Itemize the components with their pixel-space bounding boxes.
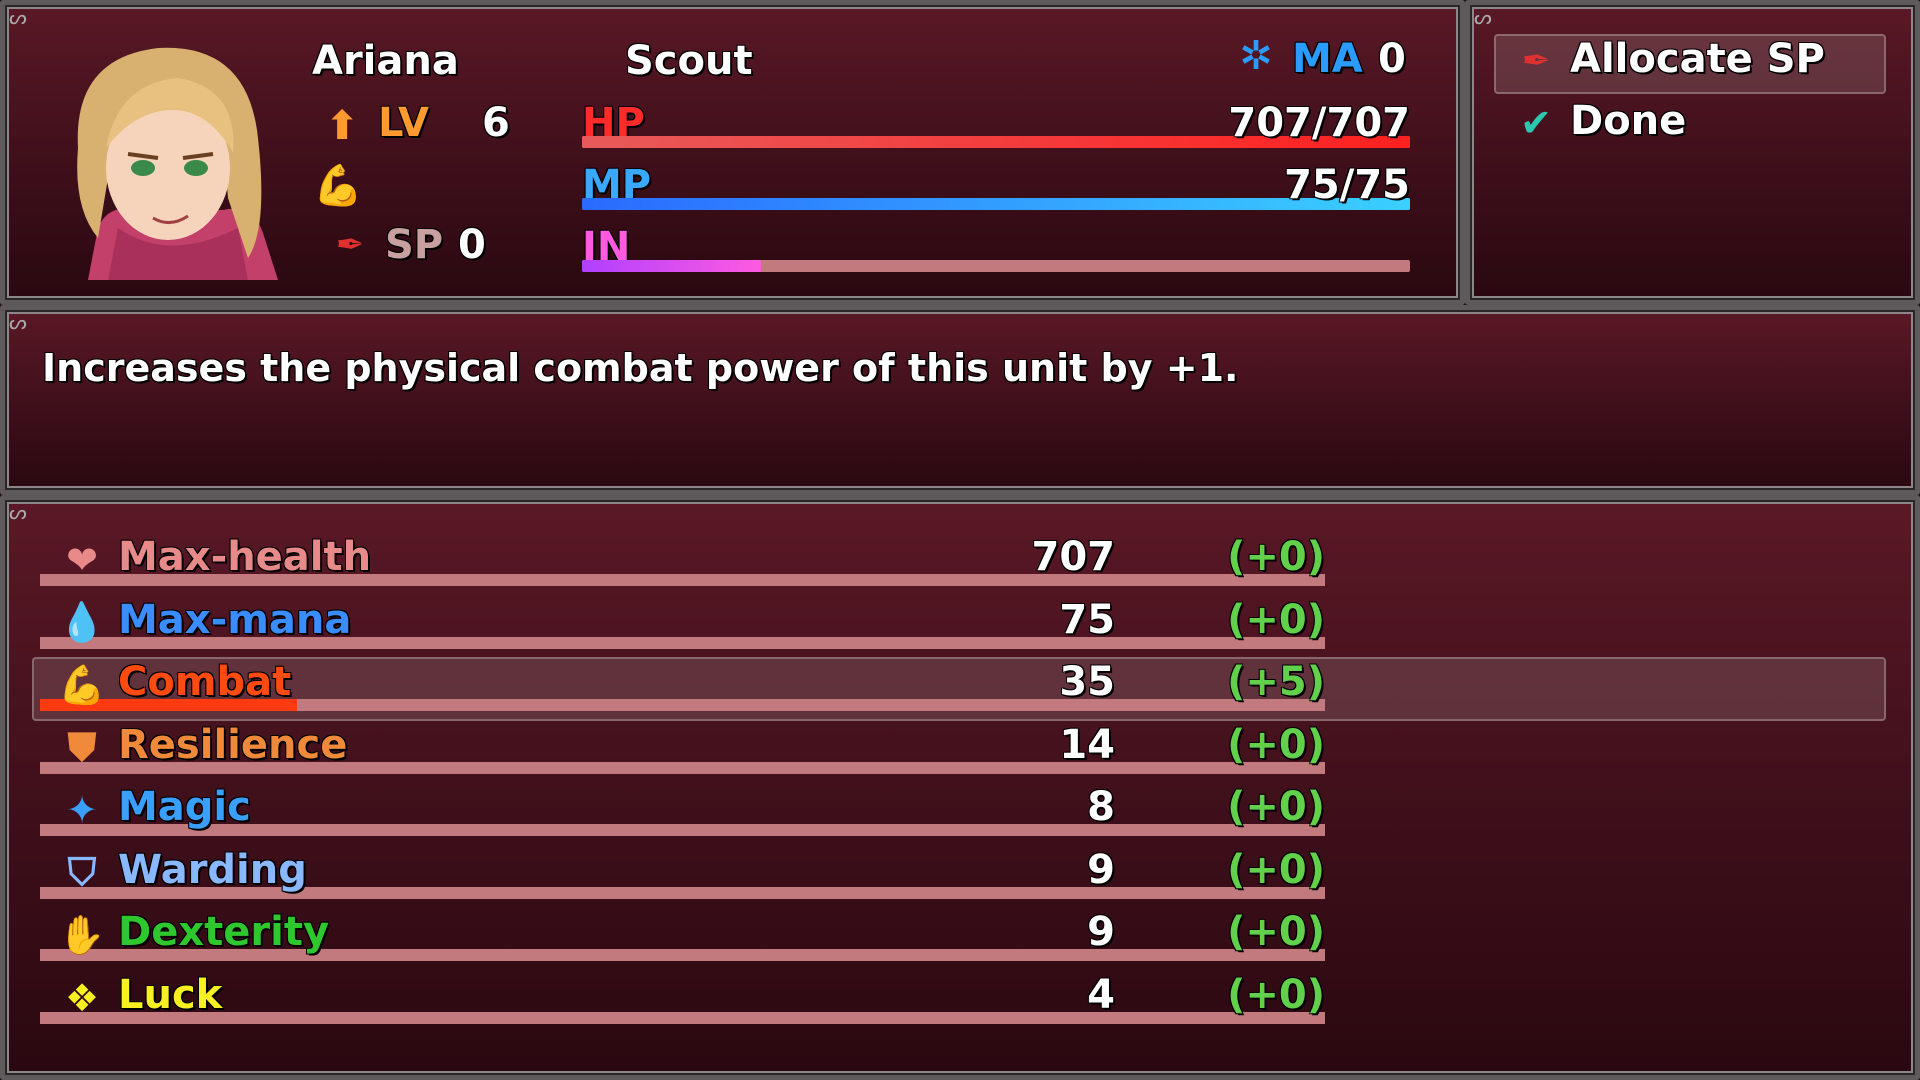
in-bar	[582, 260, 1410, 272]
corner-ornament: ᔕ	[9, 500, 27, 524]
corner-ornament: ᔕ	[9, 5, 27, 29]
stat-value: 9	[1087, 846, 1115, 893]
stat-bonus: (+0)	[1227, 909, 1325, 955]
hp-value: 707/707	[1228, 100, 1410, 146]
flexed-arm-icon: 💪	[58, 662, 106, 707]
help-text: Increases the physical combat power of t…	[42, 346, 1239, 390]
stat-value: 4	[1087, 971, 1115, 1018]
combat-buff-icon: 💪	[313, 163, 363, 209]
sp-label: SP	[385, 222, 444, 268]
stat-name: Dexterity	[118, 909, 330, 955]
hand-icon: ✋	[58, 912, 106, 957]
stat-row-max-health[interactable]: ❤ Max-health 707 (+0)	[40, 530, 1325, 590]
stat-value: 75	[1059, 596, 1115, 643]
stat-name: Max-health	[118, 534, 372, 580]
ma-swirl-icon: ✲	[1239, 33, 1273, 79]
corner-ornament: ᔕ	[1474, 5, 1492, 29]
stat-bonus: (+5)	[1227, 659, 1325, 705]
stat-bonus: (+0)	[1227, 534, 1325, 580]
feather-icon: ✒	[1521, 41, 1551, 81]
stat-bar	[40, 1011, 1325, 1024]
stat-bonus: (+0)	[1227, 971, 1325, 1018]
stat-name: Luck	[118, 971, 223, 1018]
character-class: Scout	[625, 38, 753, 84]
heart-icon: ❤	[66, 538, 98, 582]
stat-value: 9	[1087, 909, 1115, 955]
character-name: Ariana	[312, 38, 459, 84]
clover-icon: ❖	[64, 975, 100, 1020]
ma-value: 0	[1378, 36, 1406, 82]
done-label: Done	[1570, 98, 1687, 144]
in-bar-fill	[582, 260, 761, 272]
level-up-arrow-icon: ⬆	[325, 103, 359, 149]
stat-row-resilience[interactable]: ⛊ Resilience 14 (+0)	[40, 718, 1325, 778]
allocate-sp-command[interactable]: ✒ Allocate SP	[1500, 34, 1880, 90]
stat-value: 35	[1059, 659, 1115, 705]
wand-icon: ✦	[66, 788, 98, 832]
stat-row-magic[interactable]: ✦ Magic 8 (+0)	[40, 780, 1325, 840]
stat-row-luck[interactable]: ❖ Luck 4 (+0)	[40, 968, 1325, 1028]
checkmark-icon: ✔	[1520, 101, 1552, 145]
stat-bonus: (+0)	[1227, 846, 1325, 893]
level-label: LV	[378, 100, 429, 146]
stat-row-max-mana[interactable]: 💧 Max-mana 75 (+0)	[40, 593, 1325, 653]
stat-bonus: (+0)	[1227, 721, 1325, 768]
feather-icon: ✒	[335, 225, 365, 265]
stat-row-warding[interactable]: ⛉ Warding 9 (+0)	[40, 843, 1325, 903]
sp-value: 0	[458, 222, 486, 268]
armor-icon: ⛊	[67, 725, 97, 769]
stat-bonus: (+0)	[1227, 596, 1325, 643]
allocate-sp-label: Allocate SP	[1570, 36, 1825, 82]
stat-value: 14	[1059, 721, 1115, 768]
stat-value: 8	[1087, 784, 1115, 830]
stat-name: Warding	[118, 846, 307, 893]
ma-label: MA	[1292, 36, 1363, 82]
stat-name: Magic	[118, 784, 251, 830]
character-portrait	[48, 28, 283, 280]
stat-name: Max-mana	[118, 596, 352, 643]
mana-drop-icon: 💧	[58, 600, 106, 644]
stat-name: Combat	[118, 659, 292, 705]
stat-bonus: (+0)	[1227, 784, 1325, 830]
shield-icon: ⛉	[67, 850, 97, 894]
corner-ornament: ᔕ	[9, 310, 27, 334]
stat-row-combat[interactable]: 💪 Combat 35 (+5)	[40, 655, 1325, 715]
help-window: ᔕ	[0, 305, 1920, 495]
level-value: 6	[482, 100, 510, 146]
stat-value: 707	[1031, 534, 1116, 580]
stat-name: Resilience	[118, 721, 348, 768]
done-command[interactable]: ✔ Done	[1500, 96, 1880, 152]
mp-value: 75/75	[1284, 162, 1410, 208]
stat-row-dexterity[interactable]: ✋ Dexterity 9 (+0)	[40, 905, 1325, 965]
